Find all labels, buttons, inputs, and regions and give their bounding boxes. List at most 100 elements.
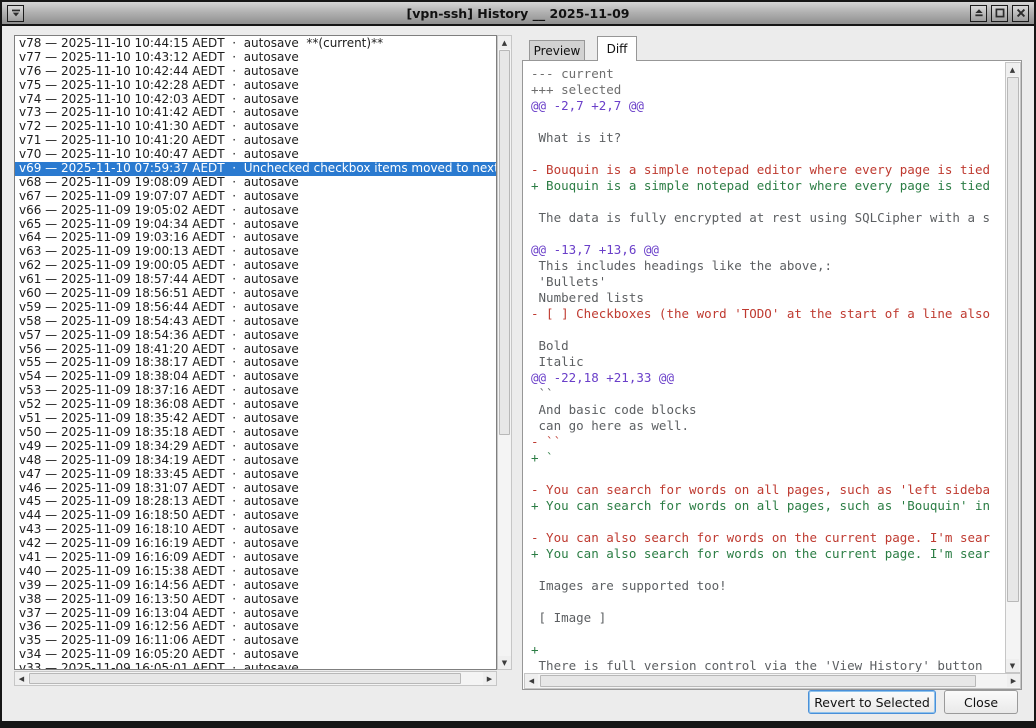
list-item[interactable]: v43 — 2025-11-09 16:18:10 AEDT · autosav… [15, 523, 496, 537]
list-item[interactable]: v75 — 2025-11-10 10:42:28 AEDT · autosav… [15, 79, 496, 93]
diff-line [531, 322, 1005, 338]
diff-line [531, 594, 1005, 610]
list-item[interactable]: v34 — 2025-11-09 16:05:20 AEDT · autosav… [15, 648, 496, 662]
scroll-left-icon[interactable]: ◀ [525, 674, 538, 687]
list-item[interactable]: v74 — 2025-11-10 10:42:03 AEDT · autosav… [15, 93, 496, 107]
list-item[interactable]: v57 — 2025-11-09 18:54:36 AEDT · autosav… [15, 329, 496, 343]
list-item[interactable]: v67 — 2025-11-09 19:07:07 AEDT · autosav… [15, 190, 496, 204]
list-item[interactable]: v60 — 2025-11-09 18:56:51 AEDT · autosav… [15, 287, 496, 301]
diff-line: can go here as well. [531, 418, 1005, 434]
diff-hscroll-thumb[interactable] [540, 675, 976, 687]
list-item[interactable]: v71 — 2025-11-10 10:41:20 AEDT · autosav… [15, 134, 496, 148]
diff-line: What is it? [531, 130, 1005, 146]
diff-view[interactable]: --- current+++ selected@@ -2,7 +2,7 @@ W… [524, 62, 1005, 672]
list-item[interactable]: v55 — 2025-11-09 18:38:17 AEDT · autosav… [15, 356, 496, 370]
list-item[interactable]: v65 — 2025-11-09 19:04:34 AEDT · autosav… [15, 218, 496, 232]
diff-line [531, 626, 1005, 642]
diff-line: `` [531, 386, 1005, 402]
list-item[interactable]: v36 — 2025-11-09 16:12:56 AEDT · autosav… [15, 620, 496, 634]
diff-line [531, 146, 1005, 162]
list-vscrollbar[interactable]: ▲ ▼ [497, 35, 512, 670]
diff-line: Italic [531, 354, 1005, 370]
scroll-down-icon[interactable]: ▼ [1006, 659, 1019, 672]
list-item[interactable]: v49 — 2025-11-09 18:34:29 AEDT · autosav… [15, 440, 496, 454]
list-item[interactable]: v46 — 2025-11-09 18:31:07 AEDT · autosav… [15, 482, 496, 496]
scroll-up-icon[interactable]: ▲ [1006, 63, 1019, 76]
scroll-left-icon[interactable]: ◀ [15, 672, 28, 685]
list-item[interactable]: v70 — 2025-11-10 10:40:47 AEDT · autosav… [15, 148, 496, 162]
titlebar[interactable]: [vpn-ssh] History __ 2025-11-09 [2, 2, 1034, 26]
list-item[interactable]: v58 — 2025-11-09 18:54:43 AEDT · autosav… [15, 315, 496, 329]
list-item[interactable]: v41 — 2025-11-09 16:16:09 AEDT · autosav… [15, 551, 496, 565]
diff-line [531, 194, 1005, 210]
list-item[interactable]: v68 — 2025-11-09 19:08:09 AEDT · autosav… [15, 176, 496, 190]
diff-line: And basic code blocks [531, 402, 1005, 418]
list-item[interactable]: v40 — 2025-11-09 16:15:38 AEDT · autosav… [15, 565, 496, 579]
diff-line [531, 114, 1005, 130]
list-item[interactable]: v77 — 2025-11-10 10:43:12 AEDT · autosav… [15, 51, 496, 65]
diff-line: + Bouquin is a simple notepad editor whe… [531, 178, 1005, 194]
list-item[interactable]: v33 — 2025-11-09 16:05:01 AEDT · autosav… [15, 662, 496, 670]
list-item[interactable]: v52 — 2025-11-09 18:36:08 AEDT · autosav… [15, 398, 496, 412]
diff-line: - You can search for words on all pages,… [531, 482, 1005, 498]
list-item[interactable]: v39 — 2025-11-09 16:14:56 AEDT · autosav… [15, 579, 496, 593]
list-item[interactable]: v38 — 2025-11-09 16:13:50 AEDT · autosav… [15, 593, 496, 607]
list-item[interactable]: v59 — 2025-11-09 18:56:44 AEDT · autosav… [15, 301, 496, 315]
list-item[interactable]: v62 — 2025-11-09 19:00:05 AEDT · autosav… [15, 259, 496, 273]
diff-line: + You can search for words on all pages,… [531, 498, 1005, 514]
diff-line: Numbered lists [531, 290, 1005, 306]
list-item[interactable]: v37 — 2025-11-09 16:13:04 AEDT · autosav… [15, 607, 496, 621]
tab-preview[interactable]: Preview [529, 40, 585, 61]
scroll-right-icon[interactable]: ▶ [483, 672, 496, 685]
diff-line: @@ -22,18 +21,33 @@ [531, 370, 1005, 386]
diff-line: [ Image ] [531, 610, 1005, 626]
list-item[interactable]: v64 — 2025-11-09 19:03:16 AEDT · autosav… [15, 231, 496, 245]
diff-line [531, 466, 1005, 482]
list-hscroll-thumb[interactable] [29, 673, 461, 684]
window: [vpn-ssh] History __ 2025-11-09 v [0, 0, 1036, 728]
list-item[interactable]: v63 — 2025-11-09 19:00:13 AEDT · autosav… [15, 245, 496, 259]
tab-diff[interactable]: Diff [597, 36, 637, 61]
diff-vscrollbar[interactable]: ▲ ▼ [1005, 62, 1021, 673]
list-item[interactable]: v50 — 2025-11-09 18:35:18 AEDT · autosav… [15, 426, 496, 440]
list-item[interactable]: v72 — 2025-11-10 10:41:30 AEDT · autosav… [15, 120, 496, 134]
scroll-up-icon[interactable]: ▲ [498, 36, 511, 49]
diff-line: - Bouquin is a simple notepad editor whe… [531, 162, 1005, 178]
diff-line: Bold [531, 338, 1005, 354]
list-item[interactable]: v76 — 2025-11-10 10:42:44 AEDT · autosav… [15, 65, 496, 79]
diff-line: - `` [531, 434, 1005, 450]
app-body: v78 — 2025-11-10 10:44:15 AEDT · autosav… [2, 28, 1034, 721]
list-item[interactable]: v53 — 2025-11-09 18:37:16 AEDT · autosav… [15, 384, 496, 398]
close-dialog-button[interactable]: Close [944, 690, 1018, 714]
list-item[interactable]: v66 — 2025-11-09 19:05:02 AEDT · autosav… [15, 204, 496, 218]
diff-line: The data is fully encrypted at rest usin… [531, 210, 1005, 226]
list-item[interactable]: v61 — 2025-11-09 18:57:44 AEDT · autosav… [15, 273, 496, 287]
list-item[interactable]: v54 — 2025-11-09 18:38:04 AEDT · autosav… [15, 370, 496, 384]
list-item[interactable]: v42 — 2025-11-09 16:16:19 AEDT · autosav… [15, 537, 496, 551]
list-item[interactable]: v78 — 2025-11-10 10:44:15 AEDT · autosav… [15, 37, 496, 51]
list-item[interactable]: v73 — 2025-11-10 10:41:42 AEDT · autosav… [15, 106, 496, 120]
diff-vscroll-thumb[interactable] [1007, 77, 1019, 602]
diff-line: @@ -13,7 +13,6 @@ [531, 242, 1005, 258]
list-item[interactable]: v45 — 2025-11-09 18:28:13 AEDT · autosav… [15, 495, 496, 509]
list-item[interactable]: v35 — 2025-11-09 16:11:06 AEDT · autosav… [15, 634, 496, 648]
diff-line: There is full version control via the 'V… [531, 658, 1005, 672]
list-item[interactable]: v47 — 2025-11-09 18:33:45 AEDT · autosav… [15, 468, 496, 482]
scroll-right-icon[interactable]: ▶ [1007, 674, 1020, 687]
scroll-down-icon[interactable]: ▼ [498, 656, 511, 669]
list-item[interactable]: v69 — 2025-11-10 07:59:37 AEDT · Uncheck… [15, 162, 496, 176]
diff-line [531, 226, 1005, 242]
list-item[interactable]: v51 — 2025-11-09 18:35:42 AEDT · autosav… [15, 412, 496, 426]
list-hscrollbar[interactable]: ◀ ▶ [14, 671, 497, 686]
diff-line: 'Bullets' [531, 274, 1005, 290]
diff-line: @@ -2,7 +2,7 @@ [531, 98, 1005, 114]
list-item[interactable]: v48 — 2025-11-09 18:34:19 AEDT · autosav… [15, 454, 496, 468]
history-list[interactable]: v78 — 2025-11-10 10:44:15 AEDT · autosav… [14, 35, 497, 670]
diff-line: --- current [531, 66, 1005, 82]
list-item[interactable]: v44 — 2025-11-09 16:18:50 AEDT · autosav… [15, 509, 496, 523]
diff-panel: --- current+++ selected@@ -2,7 +2,7 @@ W… [522, 60, 1022, 690]
list-item[interactable]: v56 — 2025-11-09 18:41:20 AEDT · autosav… [15, 343, 496, 357]
diff-hscrollbar[interactable]: ◀ ▶ [524, 673, 1021, 689]
revert-button[interactable]: Revert to Selected [808, 690, 936, 714]
list-vscroll-thumb[interactable] [499, 50, 510, 435]
